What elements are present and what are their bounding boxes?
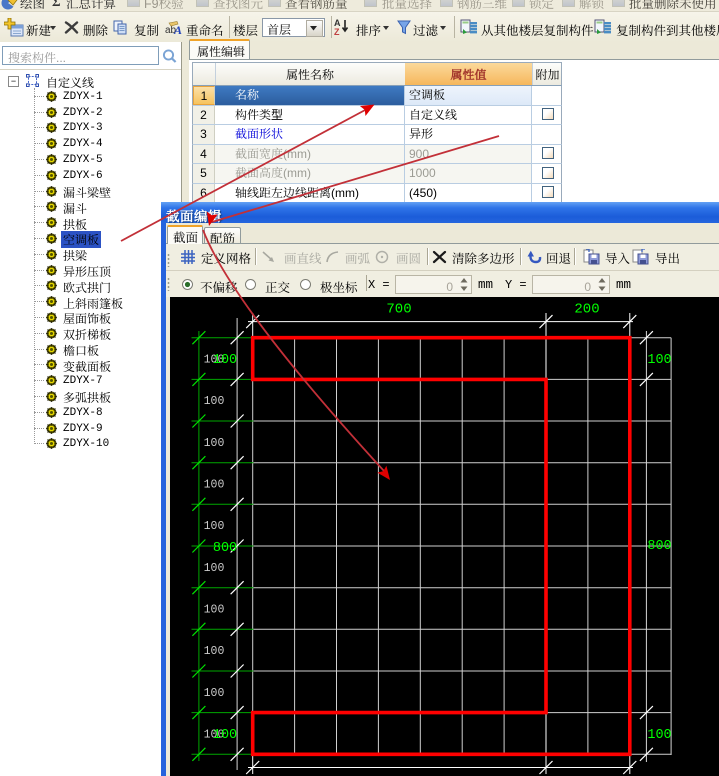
svg-text:100: 100: [204, 520, 225, 533]
svg-text:800: 800: [647, 539, 671, 554]
svg-text:200: 200: [574, 302, 599, 318]
svg-text:100: 100: [204, 604, 225, 617]
svg-text:100: 100: [647, 728, 671, 743]
svg-text:100: 100: [204, 645, 225, 658]
svg-text:100: 100: [204, 479, 225, 492]
svg-text:100: 100: [213, 353, 237, 368]
svg-text:100: 100: [204, 395, 225, 408]
svg-text:100: 100: [204, 562, 225, 575]
svg-text:100: 100: [647, 353, 671, 368]
svg-text:100: 100: [213, 728, 237, 743]
svg-text:700: 700: [386, 302, 411, 318]
svg-text:800: 800: [213, 541, 237, 556]
svg-text:100: 100: [204, 687, 225, 700]
svg-text:Z: Z: [334, 27, 340, 36]
svg-text:100: 100: [204, 437, 225, 450]
